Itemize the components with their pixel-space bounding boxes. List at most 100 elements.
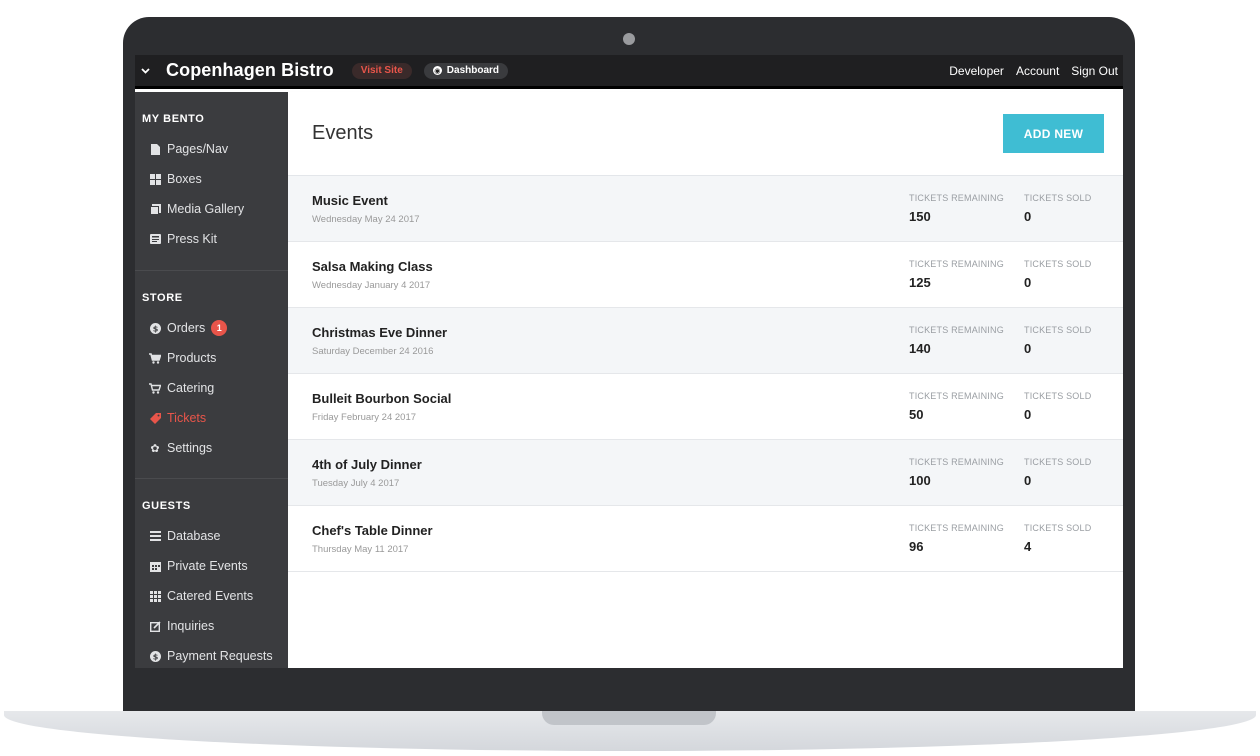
event-date: Wednesday May 24 2017: [312, 213, 420, 225]
sidebar-section-guests: GUESTS Database Private Events Catered E…: [135, 478, 288, 668]
top-bar: Copenhagen Bistro Visit Site ◉ Dashboard…: [135, 55, 1123, 89]
tickets-sold: TICKETS SOLD 0: [1024, 259, 1099, 290]
sidebar-item-payment-requests[interactable]: $ Payment Requests: [135, 641, 288, 668]
event-date: Wednesday January 4 2017: [312, 279, 431, 291]
sidebar-item-label: Catering: [167, 381, 215, 395]
tickets-sold-value: 0: [1024, 341, 1032, 356]
tickets-remaining: TICKETS REMAINING 50: [909, 391, 1024, 422]
add-new-button[interactable]: ADD NEW: [1003, 114, 1104, 153]
tickets-sold: TICKETS SOLD 0: [1024, 325, 1099, 356]
tickets-sold: TICKETS SOLD 0: [1024, 457, 1099, 488]
sidebar-item-pages-nav[interactable]: Pages/Nav: [135, 134, 288, 164]
tickets-remaining-value: 100: [909, 473, 931, 488]
visit-site-button[interactable]: Visit Site: [351, 62, 412, 79]
tickets-sold-label: TICKETS SOLD: [1024, 193, 1092, 203]
event-row[interactable]: Chef's Table Dinner Thursday May 11 2017…: [288, 506, 1123, 572]
sidebar-item-label: Boxes: [167, 172, 202, 186]
tickets-sold: TICKETS SOLD 4: [1024, 523, 1099, 554]
newspaper-icon: [149, 233, 161, 245]
tickets-sold-value: 0: [1024, 275, 1032, 290]
sidebar-item-label: Tickets: [167, 411, 207, 425]
sidebar-heading: GUESTS: [142, 500, 191, 512]
developer-link[interactable]: Developer: [949, 64, 1004, 78]
sidebar-item-products[interactable]: Products: [135, 343, 288, 373]
document-icon: [149, 143, 161, 155]
sidebar-item-label: Press Kit: [167, 232, 218, 246]
dollar-icon: $: [149, 650, 161, 662]
tickets-sold-value: 0: [1024, 407, 1032, 422]
dashboard-button[interactable]: ◉ Dashboard: [423, 62, 509, 79]
sidebar-heading: STORE: [142, 292, 183, 304]
main-content: Events ADD NEW Music Event Wednesday May…: [288, 92, 1123, 668]
tickets-remaining: TICKETS REMAINING 100: [909, 457, 1024, 488]
orders-count-badge: 1: [211, 320, 228, 336]
sidebar-item-label: Private Events: [167, 559, 248, 573]
sidebar-item-label: Orders: [167, 321, 206, 335]
sidebar-item-press-kit[interactable]: Press Kit: [135, 224, 288, 254]
tickets-remaining-label: TICKETS REMAINING: [909, 325, 1004, 335]
tickets-sold-label: TICKETS SOLD: [1024, 391, 1092, 401]
dashboard-label: Dashboard: [446, 65, 500, 76]
sidebar-item-label: Payment Requests: [167, 649, 273, 663]
event-date: Friday February 24 2017: [312, 411, 417, 423]
tickets-remaining: TICKETS REMAINING 140: [909, 325, 1024, 356]
sidebar-section-my-bento: MY BENTO Pages/Nav Boxes Media Gallery P…: [135, 92, 288, 270]
tickets-remaining-value: 140: [909, 341, 931, 356]
event-row[interactable]: Bulleit Bourbon Social Friday February 2…: [288, 374, 1123, 440]
sign-out-link[interactable]: Sign Out: [1071, 64, 1118, 78]
sidebar-item-boxes[interactable]: Boxes: [135, 164, 288, 194]
sidebar-item-label: Pages/Nav: [167, 142, 229, 156]
app-screen: Copenhagen Bistro Visit Site ◉ Dashboard…: [135, 55, 1123, 668]
account-link[interactable]: Account: [1016, 64, 1059, 78]
tickets-remaining-label: TICKETS REMAINING: [909, 457, 1004, 467]
event-row[interactable]: Salsa Making Class Wednesday January 4 2…: [288, 242, 1123, 308]
tickets-remaining-label: TICKETS REMAINING: [909, 193, 1004, 203]
sidebar-section-store: STORE $ Orders 1 Products Catering Ticke…: [135, 270, 288, 478]
grid-icon: [149, 590, 161, 602]
tickets-remaining: TICKETS REMAINING 150: [909, 193, 1024, 224]
sidebar: MY BENTO Pages/Nav Boxes Media Gallery P…: [135, 92, 288, 668]
svg-text:$: $: [152, 652, 158, 661]
tickets-remaining-label: TICKETS REMAINING: [909, 259, 1004, 269]
sidebar-item-private-events[interactable]: Private Events: [135, 551, 288, 581]
event-info: Bulleit Bourbon Social Friday February 2…: [312, 391, 909, 423]
dashboard-icon: ◉: [432, 66, 442, 75]
tickets-sold: TICKETS SOLD 0: [1024, 193, 1099, 224]
cart-icon: [149, 382, 161, 394]
sidebar-item-media-gallery[interactable]: Media Gallery: [135, 194, 288, 224]
sidebar-item-inquiries[interactable]: Inquiries: [135, 611, 288, 641]
event-info: Music Event Wednesday May 24 2017: [312, 193, 909, 225]
grid-icon: [149, 173, 161, 185]
sidebar-item-label: Inquiries: [167, 619, 215, 633]
tickets-sold-value: 0: [1024, 209, 1032, 224]
tickets-sold-label: TICKETS SOLD: [1024, 259, 1092, 269]
sidebar-item-label: Products: [167, 351, 217, 365]
event-row[interactable]: Music Event Wednesday May 24 2017 TICKET…: [288, 176, 1123, 242]
tickets-sold-value: 0: [1024, 473, 1032, 488]
edit-icon: [149, 620, 161, 632]
svg-text:$: $: [152, 324, 158, 333]
page-header: Events ADD NEW: [288, 92, 1123, 176]
sidebar-item-database[interactable]: Database: [135, 521, 288, 551]
sidebar-item-orders[interactable]: $ Orders 1: [135, 313, 288, 343]
gear-icon: ✿: [150, 442, 160, 455]
event-date: Thursday May 11 2017: [312, 543, 409, 555]
sidebar-item-catering[interactable]: Catering: [135, 373, 288, 403]
event-name: Christmas Eve Dinner: [312, 324, 448, 340]
event-row[interactable]: 4th of July Dinner Tuesday July 4 2017 T…: [288, 440, 1123, 506]
sidebar-item-tickets[interactable]: Tickets: [135, 403, 288, 433]
tickets-remaining-label: TICKETS REMAINING: [909, 391, 1004, 401]
page-title: Events: [312, 122, 374, 144]
tickets-remaining-value: 125: [909, 275, 931, 290]
tickets-sold-label: TICKETS SOLD: [1024, 523, 1092, 533]
tickets-sold-label: TICKETS SOLD: [1024, 325, 1092, 335]
event-row[interactable]: Christmas Eve Dinner Saturday December 2…: [288, 308, 1123, 374]
sidebar-item-settings[interactable]: ✿ Settings: [135, 433, 288, 463]
event-name: Bulleit Bourbon Social: [312, 390, 452, 406]
sidebar-item-catered-events[interactable]: Catered Events: [135, 581, 288, 611]
event-name: 4th of July Dinner: [312, 456, 422, 472]
tag-icon: [149, 412, 161, 424]
tickets-remaining-value: 150: [909, 209, 931, 224]
chevron-down-icon[interactable]: [135, 55, 155, 88]
tickets-sold: TICKETS SOLD 0: [1024, 391, 1099, 422]
